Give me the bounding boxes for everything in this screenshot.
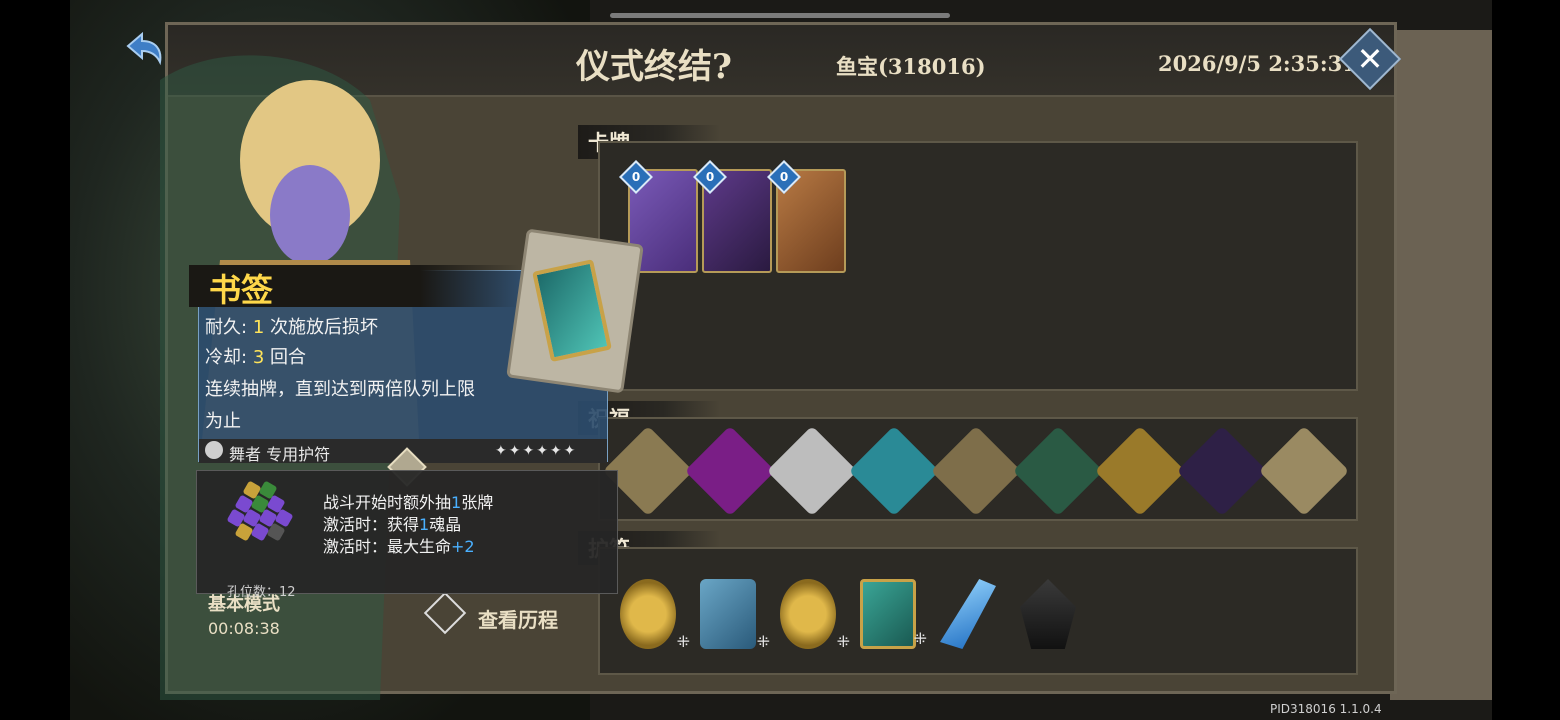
tooltip-name: 书签 — [209, 271, 274, 309]
fencer-icon[interactable] — [766, 425, 858, 517]
vip-emblem-icon[interactable] — [1012, 425, 1104, 517]
home-indicator — [610, 13, 950, 18]
durability-line: 耐久: 1 次施放后损坏 — [205, 317, 378, 338]
description-line-2: 为止 — [205, 411, 241, 432]
ice-blade-charm-icon[interactable] — [940, 579, 996, 649]
gold-coin-charm-icon[interactable]: ⁜ — [780, 579, 850, 651]
cost-gem: 0 — [693, 160, 727, 194]
slot-effect-3: 激活时：最大生命+2 — [323, 537, 475, 556]
player-name: 鱼宝(318016) — [836, 54, 986, 79]
player-id-version: PID318016 1.1.0.4 — [1270, 702, 1382, 716]
upgrade-mark-icon: ⁜ — [756, 632, 770, 651]
card-shadow-dancer[interactable]: 0 — [693, 160, 772, 273]
gold-coin-charm-icon[interactable]: ⁜ — [620, 579, 690, 651]
slot-count: 孔位数：12 — [227, 585, 296, 600]
slot-effect-1: 战斗开始时额外抽1张牌 — [323, 493, 494, 512]
close-button[interactable]: ✕ — [1338, 27, 1402, 91]
run-timer: 00:08:38 — [208, 619, 280, 638]
durability-marks: ✦✦✦✦✦✦ — [495, 443, 578, 459]
bookmark-charm-art — [506, 228, 644, 394]
purple-flame-icon[interactable] — [684, 425, 776, 517]
cards-box: 0 0 0 — [598, 141, 1358, 391]
upgrade-mark-icon: ⁜ — [913, 629, 927, 648]
blond-hero-portrait-icon[interactable] — [1258, 425, 1350, 517]
cost-gem: 0 — [767, 160, 801, 194]
slot-effect-2: 激活时：获得1魂晶 — [323, 515, 462, 534]
bookmark-charm-icon[interactable]: ⁜ — [860, 579, 927, 649]
cost-gem: 0 — [619, 160, 653, 194]
view-history-button[interactable]: 查看历程 — [478, 604, 558, 633]
charms-box: ⁜ ⁜ ⁜ ⁜ — [598, 547, 1358, 675]
close-icon: ✕ — [1356, 40, 1384, 78]
slot-panel: 战斗开始时额外抽1张牌 激活时：获得1魂晶 激活时：最大生命+2 孔位数：12 — [196, 470, 618, 600]
golden-spark-icon[interactable] — [1094, 425, 1186, 517]
tooltip-name-plate: 书签 — [189, 265, 519, 309]
upgrade-mark-icon: ⁜ — [836, 632, 850, 651]
game-screen: 仪式终结? 鱼宝(318016) 2026/9/5 2:35:31 ✕ 卡牌 0… — [70, 0, 1492, 720]
cooldown-line: 冷却: 3 回合 — [205, 347, 306, 368]
card-dagger[interactable]: 0 — [767, 160, 846, 273]
blue-scroll-charm-icon[interactable]: ⁜ — [700, 579, 770, 651]
dark-cloak-charm-icon[interactable] — [1020, 579, 1076, 649]
dark-beast-icon[interactable] — [1176, 425, 1268, 517]
bookmark-icon — [532, 259, 612, 363]
background-wall — [1390, 30, 1492, 700]
description-line-1: 连续抽牌，直到达到两倍队列上限 — [205, 379, 475, 400]
page-title: 仪式终结? — [576, 47, 732, 87]
card-pouch-icon[interactable] — [930, 425, 1022, 517]
datetime: 2026/9/5 2:35:31 — [1158, 51, 1357, 76]
upgrade-mark-icon: ⁜ — [676, 632, 690, 651]
dancer-mask-icon — [205, 441, 223, 459]
charm-owner: 舞者 专用护符 — [229, 445, 331, 464]
blessings-box — [598, 417, 1358, 521]
teal-crystal-icon[interactable] — [848, 425, 940, 517]
